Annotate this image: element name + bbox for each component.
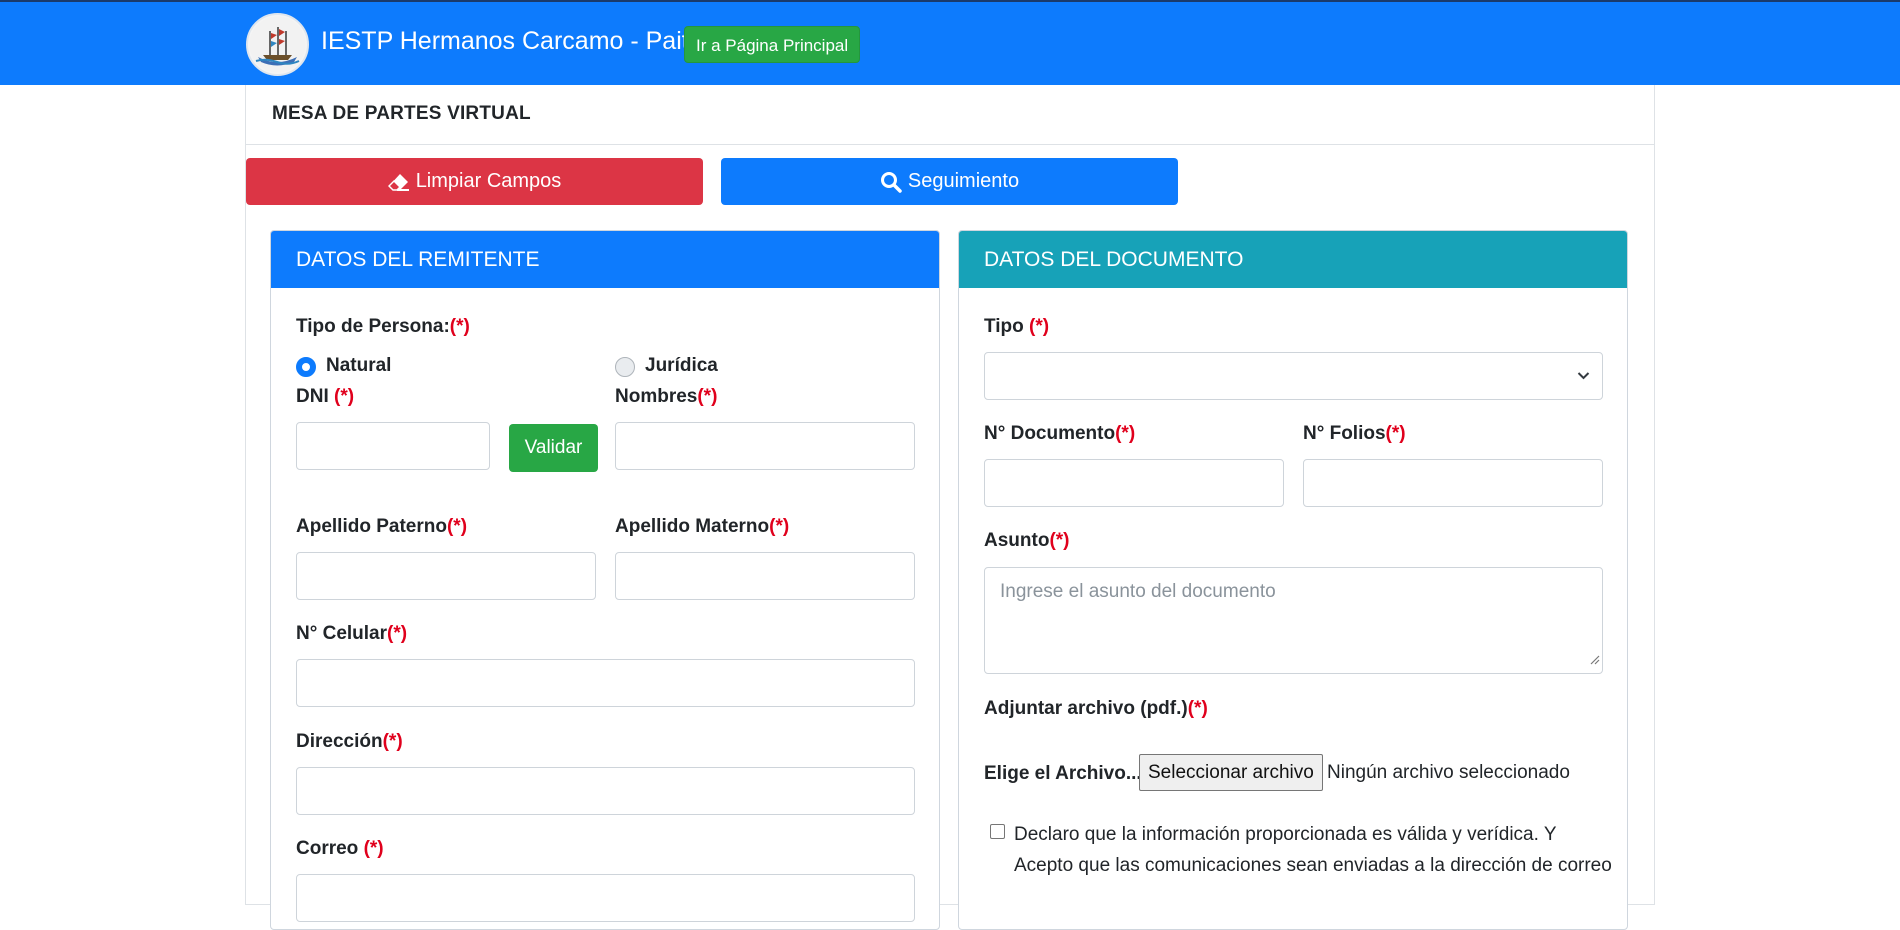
clear-fields-label: Limpiar Campos — [415, 170, 562, 192]
cell-input[interactable] — [296, 659, 915, 707]
radio-natural-label[interactable]: Natural — [326, 355, 391, 377]
names-label: Nombres(*) — [615, 386, 718, 407]
tracking-label: Seguimiento — [907, 170, 1020, 192]
address-label: Dirección(*) — [296, 731, 403, 752]
subject-label: Asunto(*) — [984, 530, 1070, 551]
radio-juridica[interactable] — [615, 357, 635, 377]
attach-label: Adjuntar archivo (pdf.)(*) — [984, 698, 1208, 719]
resize-grip-icon[interactable] — [1590, 649, 1600, 671]
sender-panel-heading: DATOS DEL REMITENTE — [271, 231, 939, 288]
file-prompt-label: Elige el Archivo... — [984, 763, 1142, 784]
brand-title[interactable]: IESTP Hermanos Carcamo - Paita — [321, 24, 703, 58]
email-input[interactable] — [296, 874, 915, 922]
radio-juridica-label[interactable]: Jurídica — [645, 355, 718, 377]
paternal-surname-input[interactable] — [296, 552, 596, 600]
validate-dni-button[interactable]: Validar — [509, 424, 598, 472]
person-type-label: Tipo de Persona:(*) — [296, 316, 470, 337]
email-label: Correo (*) — [296, 838, 384, 859]
subject-placeholder: Ingrese el asunto del documento — [1000, 581, 1276, 602]
doc-number-label: N° Documento(*) — [984, 423, 1136, 444]
doc-type-select[interactable] — [984, 352, 1603, 400]
file-status-text: Ningún archivo seleccionado — [1327, 762, 1570, 783]
maternal-surname-label: Apellido Materno(*) — [615, 516, 790, 537]
tracking-button[interactable]: Seguimiento — [721, 158, 1178, 205]
radio-natural[interactable] — [296, 357, 316, 377]
dni-label: DNI (*) — [296, 386, 355, 407]
institute-logo[interactable] — [246, 13, 309, 76]
doc-number-input[interactable] — [984, 459, 1284, 507]
paternal-surname-label: Apellido Paterno(*) — [296, 516, 468, 537]
clear-fields-button[interactable]: Limpiar Campos — [246, 158, 703, 205]
navbar: IESTP Hermanos Carcamo - Paita Ir a Pági… — [0, 0, 1900, 85]
folios-label: N° Folios(*) — [1303, 423, 1406, 444]
declaration-checkbox[interactable] — [990, 824, 1005, 839]
cell-label: N° Celular(*) — [296, 623, 408, 644]
dni-input[interactable] — [296, 422, 490, 470]
names-input[interactable] — [615, 422, 915, 470]
card-header: MESA DE PARTES VIRTUAL — [246, 85, 1654, 145]
select-file-button[interactable]: Seleccionar archivo — [1139, 754, 1323, 791]
doc-type-label: Tipo (*) — [984, 316, 1050, 337]
subject-textarea[interactable]: Ingrese el asunto del documento — [984, 567, 1603, 674]
search-icon — [880, 171, 902, 193]
folios-input[interactable] — [1303, 459, 1603, 507]
address-input[interactable] — [296, 767, 915, 815]
eraser-icon — [387, 172, 410, 192]
home-page-button[interactable]: Ir a Página Principal — [684, 26, 861, 63]
page-title: MESA DE PARTES VIRTUAL — [272, 103, 531, 124]
document-panel-heading: DATOS DEL DOCUMENTO — [959, 231, 1627, 288]
declaration-text: Declaro que la información proporcionada… — [1014, 824, 1612, 876]
maternal-surname-input[interactable] — [615, 552, 915, 600]
